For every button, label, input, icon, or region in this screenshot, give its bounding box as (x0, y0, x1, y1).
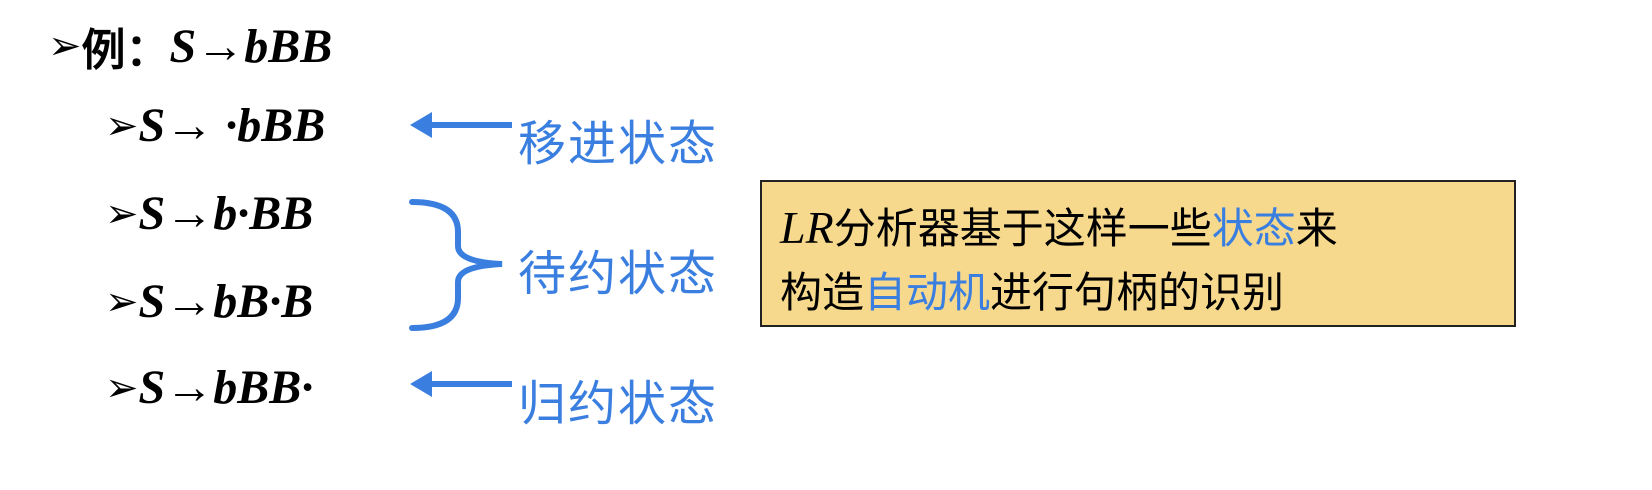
note-highlight-automaton: 自动机 (864, 268, 991, 317)
note-highlight-states: 状态 (1211, 204, 1296, 253)
curly-brace-icon (409, 199, 503, 331)
shift-state-label: 移进状态 (518, 116, 719, 172)
note-text: 来 (1295, 204, 1338, 253)
shift-arrow-icon (410, 112, 512, 138)
note-text: 分析器基于这样一些 (833, 204, 1212, 253)
pending-state-label: 待约状态 (518, 246, 719, 302)
note-text: 构造 (780, 268, 865, 317)
note-line-1: LR分析器基于这样一些状态来 (780, 196, 1514, 261)
reduce-arrow-icon (410, 371, 512, 397)
note-line-2: 构造自动机进行句柄的识别 (780, 261, 1514, 325)
reduce-state-label: 归约状态 (518, 376, 719, 432)
note-text: 进行句柄的识别 (990, 268, 1285, 317)
note-lr: LR (780, 202, 834, 253)
explanation-note: LR分析器基于这样一些状态来 构造自动机进行句柄的识别 (760, 180, 1516, 327)
